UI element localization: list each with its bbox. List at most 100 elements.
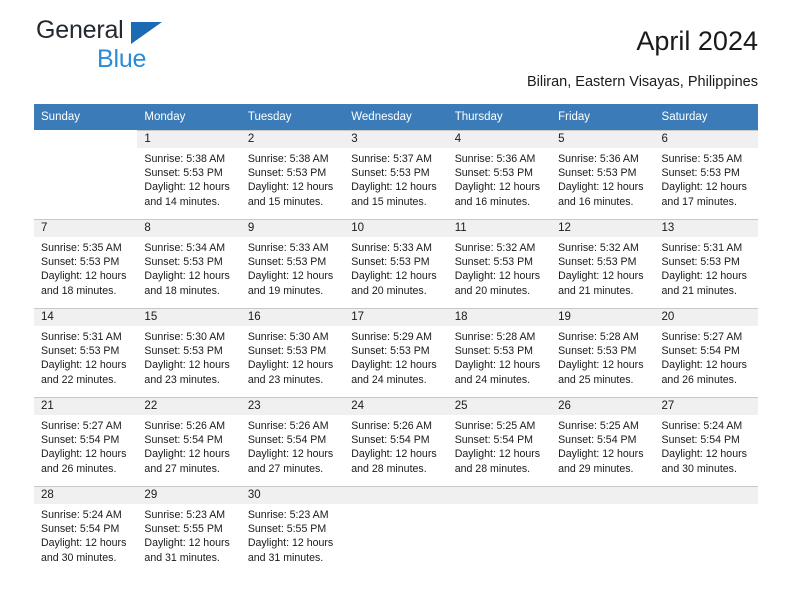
calendar-day-cell[interactable]: 30 Sunrise: 5:23 AM Sunset: 5:55 PM Dayligh… [240, 486, 345, 575]
day-detail-sunrise: Sunrise: 5:26 AM [144, 420, 226, 432]
calendar-day-cell[interactable]: 7 Sunrise: 5:35 AM Sunset: 5:53 PM Daylight… [34, 219, 138, 308]
day-details: Sunrise: 5:25 AM Sunset: 5:54 PM Daylight:… [551, 415, 654, 476]
day-number-empty [654, 487, 758, 504]
day-detail-sunrise: Sunrise: 5:36 AM [558, 153, 639, 165]
calendar-day-cell[interactable]: 3 Sunrise: 5:37 AM Sunset: 5:53 PM Daylight… [344, 130, 448, 219]
calendar-day-cell[interactable]: 9 Sunrise: 5:33 AM Sunset: 5:53 PM Daylight… [240, 219, 345, 308]
day-details: Sunrise: 5:36 AM Sunset: 5:53 PM Daylight:… [551, 148, 654, 209]
day-detail-sunrise: Sunrise: 5:38 AM [247, 153, 329, 165]
calendar-day-cell[interactable]: 27 Sunrise: 5:24 AM Sunset: 5:54 PM Dayligh… [654, 397, 758, 486]
calendar-day-cell[interactable]: 2 Sunrise: 5:38 AM Sunset: 5:53 PM Daylight… [240, 130, 345, 219]
day-detail-daylight1: Daylight: 12 hours [144, 537, 230, 550]
day-detail-sunrise: Sunrise: 5:38 AM [144, 153, 226, 165]
day-number: 30 [240, 487, 345, 504]
day-detail-sunrise: Sunrise: 5:26 AM [247, 420, 329, 432]
calendar-day-cell[interactable]: 10 Sunrise: 5:33 AM Sunset: 5:53 PM Dayligh… [344, 219, 448, 308]
calendar-day-cell[interactable]: 22 Sunrise: 5:26 AM Sunset: 5:54 PM Dayligh… [137, 397, 241, 486]
day-detail-daylight1: Daylight: 12 hours [41, 537, 127, 550]
calendar-day-cell[interactable]: 25 Sunrise: 5:25 AM Sunset: 5:54 PM Dayligh… [447, 397, 552, 486]
day-detail-sunrise: Sunrise: 5:27 AM [661, 331, 743, 343]
day-detail-sunset: Sunset: 5:53 PM [41, 256, 120, 269]
logo-text-blue: Blue [97, 45, 147, 73]
day-detail-daylight1: Daylight: 12 hours [144, 448, 230, 461]
day-details: Sunrise: 5:24 AM Sunset: 5:54 PM Daylight:… [34, 504, 137, 565]
day-detail-daylight1: Daylight: 12 hours [247, 181, 334, 194]
calendar-cell: 13 Sunrise: 5:31 AM Sunset: 5:53 PM Dayligh… [654, 219, 758, 308]
day-number: 1 [137, 131, 241, 148]
day-detail-sunrise: Sunrise: 5:28 AM [454, 331, 536, 343]
calendar-day-cell[interactable]: 24 Sunrise: 5:26 AM Sunset: 5:54 PM Dayligh… [344, 397, 448, 486]
calendar-cell: 21 Sunrise: 5:27 AM Sunset: 5:54 PM Dayligh… [34, 397, 138, 486]
calendar-cell: 23 Sunrise: 5:26 AM Sunset: 5:54 PM Dayligh… [240, 397, 345, 486]
calendar-day-cell[interactable]: 12 Sunrise: 5:32 AM Sunset: 5:53 PM Dayligh… [551, 219, 655, 308]
calendar-cell: 3 Sunrise: 5:37 AM Sunset: 5:53 PM Daylight… [344, 130, 448, 219]
calendar-cell: 4 Sunrise: 5:36 AM Sunset: 5:53 PM Daylight… [447, 130, 552, 219]
day-details: Sunrise: 5:35 AM Sunset: 5:53 PM Daylight:… [655, 148, 758, 209]
calendar-day-cell[interactable]: 23 Sunrise: 5:26 AM Sunset: 5:54 PM Dayligh… [240, 397, 345, 486]
day-detail-daylight2: and 30 minutes. [41, 551, 117, 564]
calendar-cell: 6 Sunrise: 5:35 AM Sunset: 5:53 PM Daylight… [654, 130, 758, 219]
day-detail-sunset: Sunset: 5:53 PM [144, 256, 223, 269]
day-detail-sunset: Sunset: 5:53 PM [351, 256, 430, 269]
calendar-cell: 7 Sunrise: 5:35 AM Sunset: 5:53 PM Daylight… [34, 219, 138, 308]
calendar-day-cell[interactable]: 4 Sunrise: 5:36 AM Sunset: 5:53 PM Daylight… [447, 130, 552, 219]
calendar-day-cell[interactable]: 29 Sunrise: 5:23 AM Sunset: 5:55 PM Dayligh… [137, 486, 241, 575]
day-detail-daylight1: Daylight: 12 hours [41, 270, 127, 283]
day-detail-daylight2: and 21 minutes. [661, 284, 737, 297]
day-detail-daylight1: Daylight: 12 hours [247, 448, 334, 461]
calendar-cell: 27 Sunrise: 5:24 AM Sunset: 5:54 PM Dayligh… [654, 397, 758, 486]
calendar-day-cell[interactable]: 20 Sunrise: 5:27 AM Sunset: 5:54 PM Dayligh… [654, 308, 758, 397]
day-number: 17 [344, 309, 448, 326]
calendar-day-cell[interactable]: 14 Sunrise: 5:31 AM Sunset: 5:53 PM Dayligh… [34, 308, 138, 397]
calendar-cell: 26 Sunrise: 5:25 AM Sunset: 5:54 PM Dayligh… [551, 397, 655, 486]
day-number: 22 [137, 398, 241, 415]
day-detail-sunrise: Sunrise: 5:37 AM [351, 153, 432, 165]
calendar-day-cell[interactable]: 21 Sunrise: 5:27 AM Sunset: 5:54 PM Dayligh… [34, 397, 138, 486]
calendar-cell: 2 Sunrise: 5:38 AM Sunset: 5:53 PM Daylight… [240, 130, 345, 219]
day-number: 6 [654, 131, 758, 148]
calendar-cell: 18 Sunrise: 5:28 AM Sunset: 5:53 PM Dayligh… [447, 308, 552, 397]
day-detail-sunrise: Sunrise: 5:30 AM [144, 331, 226, 343]
day-detail-sunrise: Sunrise: 5:33 AM [351, 242, 432, 254]
day-details: Sunrise: 5:33 AM Sunset: 5:53 PM Daylight:… [241, 237, 344, 298]
calendar-cell: 30 Sunrise: 5:23 AM Sunset: 5:55 PM Dayligh… [240, 486, 345, 575]
day-detail-sunrise: Sunrise: 5:26 AM [351, 420, 432, 432]
calendar-day-cell[interactable]: 18 Sunrise: 5:28 AM Sunset: 5:53 PM Dayligh… [447, 308, 552, 397]
day-detail-sunset: Sunset: 5:54 PM [41, 523, 120, 536]
day-detail-sunrise: Sunrise: 5:24 AM [41, 509, 122, 521]
calendar-empty-cell [654, 486, 758, 575]
calendar-day-cell[interactable]: 13 Sunrise: 5:31 AM Sunset: 5:53 PM Dayligh… [654, 219, 758, 308]
day-details: Sunrise: 5:26 AM Sunset: 5:54 PM Daylight:… [344, 415, 447, 476]
day-number: 5 [551, 131, 655, 148]
day-detail-sunset: Sunset: 5:53 PM [247, 345, 327, 358]
day-detail-sunrise: Sunrise: 5:25 AM [454, 420, 536, 432]
day-detail-sunrise: Sunrise: 5:23 AM [247, 509, 329, 521]
calendar-day-cell[interactable]: 17 Sunrise: 5:29 AM Sunset: 5:53 PM Dayligh… [344, 308, 448, 397]
calendar-day-cell[interactable]: 8 Sunrise: 5:34 AM Sunset: 5:53 PM Daylight… [137, 219, 241, 308]
day-detail-sunrise: Sunrise: 5:30 AM [247, 331, 329, 343]
day-detail-daylight1: Daylight: 12 hours [661, 359, 747, 372]
day-detail-daylight1: Daylight: 12 hours [144, 359, 230, 372]
calendar-cell: 16 Sunrise: 5:30 AM Sunset: 5:53 PM Dayligh… [240, 308, 345, 397]
day-number: 24 [344, 398, 448, 415]
day-detail-sunrise: Sunrise: 5:36 AM [454, 153, 536, 165]
calendar-day-cell[interactable]: 16 Sunrise: 5:30 AM Sunset: 5:53 PM Dayligh… [240, 308, 345, 397]
calendar-day-cell[interactable]: 1 Sunrise: 5:38 AM Sunset: 5:53 PM Daylight… [137, 130, 241, 219]
day-detail-sunrise: Sunrise: 5:31 AM [41, 331, 122, 343]
calendar-day-cell[interactable]: 5 Sunrise: 5:36 AM Sunset: 5:53 PM Daylight… [551, 130, 655, 219]
day-number: 19 [551, 309, 655, 326]
sunrise-sunset-calendar: Sunday Monday Tuesday Wednesday Thursday… [34, 104, 758, 575]
calendar-day-cell[interactable]: 26 Sunrise: 5:25 AM Sunset: 5:54 PM Dayligh… [551, 397, 655, 486]
calendar-day-cell[interactable]: 15 Sunrise: 5:30 AM Sunset: 5:53 PM Dayligh… [137, 308, 241, 397]
day-detail-daylight2: and 27 minutes. [144, 462, 220, 475]
day-number: 15 [137, 309, 241, 326]
calendar-day-cell[interactable]: 19 Sunrise: 5:28 AM Sunset: 5:53 PM Dayligh… [551, 308, 655, 397]
calendar-cell: 15 Sunrise: 5:30 AM Sunset: 5:53 PM Dayligh… [137, 308, 241, 397]
calendar-day-cell[interactable]: 6 Sunrise: 5:35 AM Sunset: 5:53 PM Daylight… [654, 130, 758, 219]
calendar-empty-cell [447, 486, 552, 575]
calendar-day-cell[interactable]: 11 Sunrise: 5:32 AM Sunset: 5:53 PM Dayligh… [447, 219, 552, 308]
calendar-day-cell[interactable]: 28 Sunrise: 5:24 AM Sunset: 5:54 PM Dayligh… [34, 486, 138, 575]
day-detail-daylight2: and 17 minutes. [661, 195, 737, 208]
day-detail-daylight2: and 16 minutes. [558, 195, 634, 208]
day-detail-daylight1: Daylight: 12 hours [41, 359, 127, 372]
